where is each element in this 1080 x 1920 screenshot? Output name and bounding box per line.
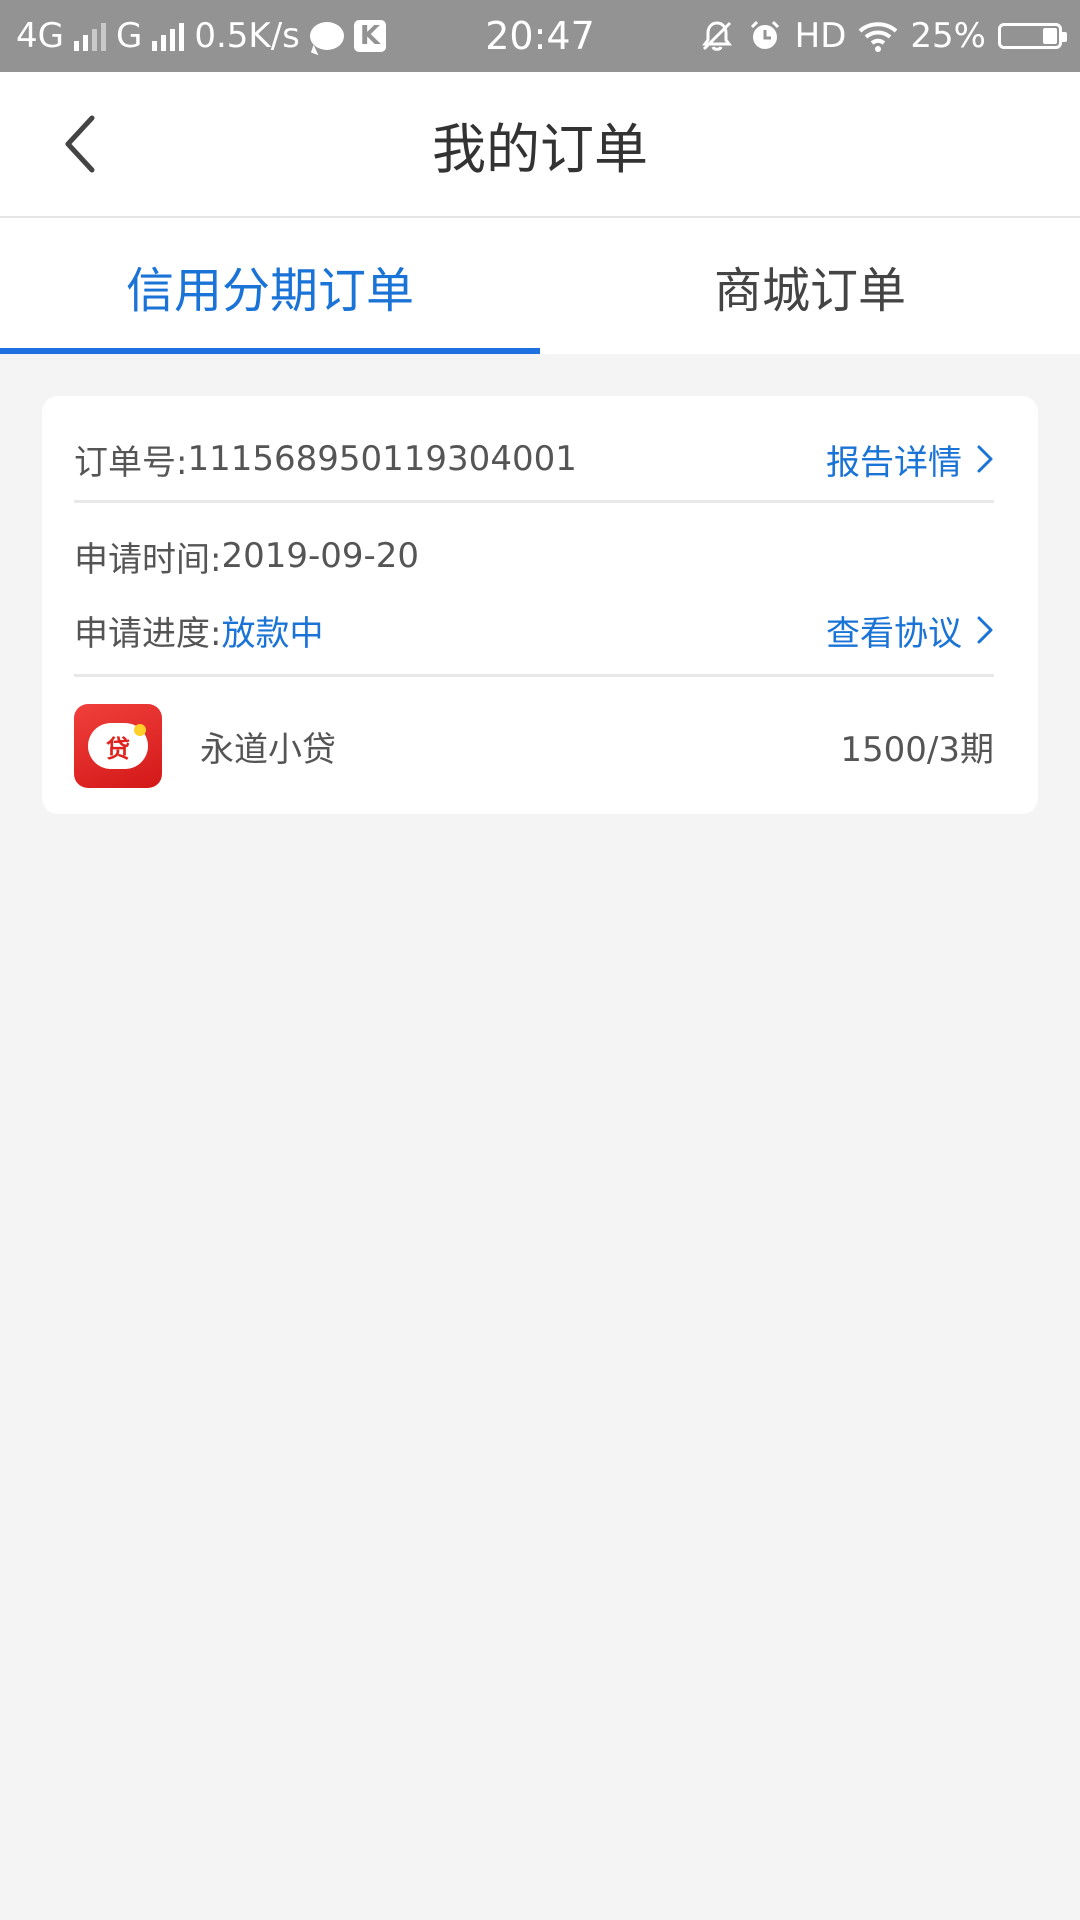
order-number-field: 订单号: 111568950119304001 — [74, 435, 577, 484]
wifi-icon — [859, 22, 898, 52]
report-details-link[interactable]: 报告详情 — [826, 435, 994, 484]
apply-time-label: 申请时间: — [74, 539, 222, 580]
chevron-left-icon — [65, 115, 95, 173]
signal-icon — [73, 21, 106, 51]
product-row[interactable]: 贷 永道小贷 1500/3期 — [74, 704, 994, 788]
back-button[interactable] — [48, 112, 112, 176]
battery-percent: 25% — [910, 16, 986, 56]
order-number-value: 111568950119304001 — [187, 439, 577, 479]
page-title: 我的订单 — [432, 117, 648, 181]
order-card[interactable]: 订单号: 111568950119304001 报告详情 申请时间: 2019-… — [42, 396, 1038, 814]
chevron-right-icon — [977, 616, 993, 644]
apply-time-field: 申请时间: 2019-09-20 — [74, 532, 419, 581]
tab-mall-orders[interactable]: 商城订单 — [540, 218, 1080, 354]
tab-credit-installment-orders[interactable]: 信用分期订单 — [0, 218, 540, 354]
apply-time-value: 2019-09-20 — [221, 536, 420, 576]
divider — [74, 500, 994, 503]
loan-amount-term: 1500/3期 — [840, 729, 994, 770]
apply-time-row: 申请时间: 2019-09-20 — [74, 528, 994, 584]
divider — [74, 674, 994, 677]
order-number-row: 订单号: 111568950119304001 报告详情 — [74, 424, 994, 494]
hd-indicator: HD — [794, 16, 847, 56]
alarm-icon — [750, 20, 779, 49]
chevron-right-icon — [977, 445, 993, 473]
network-speed: 0.5K/s — [194, 16, 300, 56]
view-agreement-label: 查看协议 — [826, 613, 962, 654]
order-tabs: 信用分期订单 商城订单 — [0, 218, 1080, 354]
message-icon — [309, 22, 344, 50]
coin-icon — [134, 724, 146, 736]
apply-progress-field: 申请进度: 放款中 — [74, 606, 323, 655]
signal-icon-2 — [152, 21, 185, 51]
status-right: HD 25% — [699, 0, 1067, 72]
report-details-label: 报告详情 — [826, 442, 962, 483]
status-bar: 4G G 0.5K/s K 20:47 HD 25% — [0, 0, 1080, 72]
apply-progress-status: 放款中 — [221, 613, 324, 654]
network-type-g: G — [115, 16, 143, 56]
apply-progress-label: 申请进度: — [74, 613, 222, 654]
k-app-icon: K — [353, 20, 386, 52]
network-type-4g: 4G — [16, 16, 64, 56]
app-header: 我的订单 — [0, 72, 1080, 218]
status-left: 4G G 0.5K/s K — [16, 0, 386, 72]
battery-icon — [998, 23, 1067, 49]
product-name: 永道小贷 — [200, 729, 336, 770]
apply-progress-row: 申请进度: 放款中 查看协议 — [74, 600, 994, 660]
order-number-label: 订单号: — [74, 442, 188, 483]
product-logo: 贷 — [74, 704, 162, 788]
mute-bell-icon — [701, 21, 732, 51]
battery-fill — [1043, 28, 1057, 44]
view-agreement-link[interactable]: 查看协议 — [826, 606, 994, 655]
